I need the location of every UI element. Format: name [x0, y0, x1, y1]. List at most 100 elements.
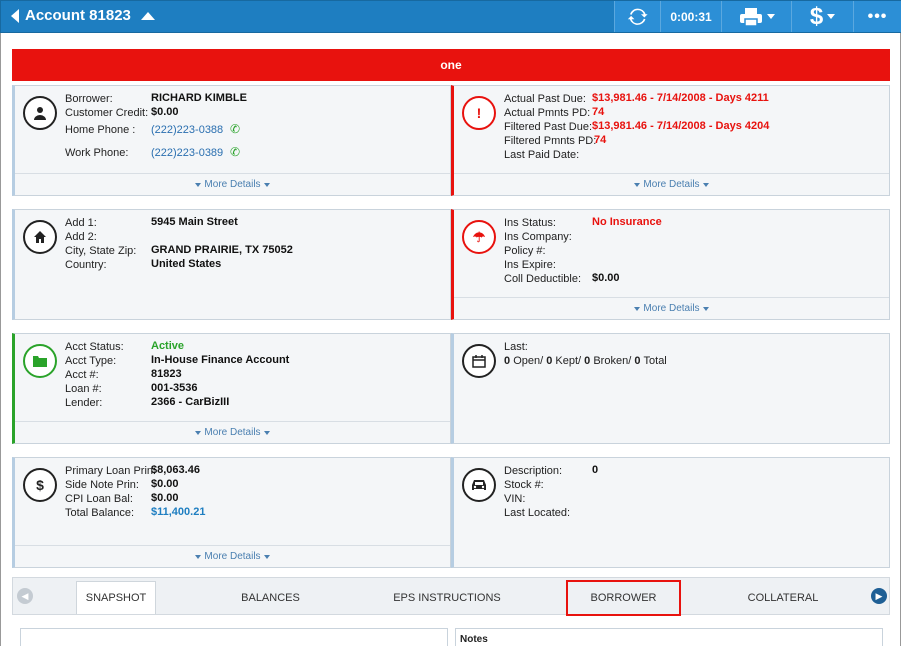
ins-expire-label: Ins Expire:	[504, 259, 556, 271]
snapshot-left-panel	[20, 628, 448, 646]
address-card: Add 1: Add 2: City, State Zip: Country: …	[12, 209, 451, 320]
broken-label: Broken/	[593, 355, 632, 367]
chevron-down-icon	[263, 554, 270, 559]
vehicle-card: Description: Stock #: VIN: Last Located:…	[451, 457, 890, 568]
tab-eps-instructions[interactable]: EPS INSTRUCTIONS	[383, 581, 511, 614]
borrower-name: RICHARD KIMBLE	[151, 92, 247, 104]
tab-snapshot[interactable]: SNAPSHOT	[76, 581, 156, 614]
work-phone-link[interactable]: (222)223-0389	[151, 147, 223, 159]
notes-panel: Notes	[455, 628, 883, 646]
folder-icon	[23, 344, 57, 378]
acct-status-label: Acct Status:	[65, 341, 124, 353]
refresh-icon	[627, 8, 648, 25]
filtered-pmnts-label: Filtered Pmnts PD:	[504, 135, 597, 147]
print-caret-icon	[766, 14, 775, 19]
side-note-label: Side Note Prin:	[65, 479, 139, 491]
balance-card: $ Primary Loan Prin: Side Note Prin: CPI…	[12, 457, 451, 568]
exclamation-icon: !	[462, 96, 496, 130]
borrower-more-details[interactable]: More Details	[15, 173, 450, 195]
payment-button[interactable]: $	[791, 1, 853, 32]
lender-label: Lender:	[65, 397, 103, 409]
last-located-label: Last Located:	[504, 507, 571, 519]
chevron-down-icon	[263, 182, 270, 187]
actual-past-due-label: Actual Past Due:	[504, 93, 586, 105]
side-note-prin: $0.00	[151, 478, 179, 490]
address-line-1: 5945 Main Street	[151, 216, 238, 228]
kept-label: Kept/	[555, 355, 582, 367]
filtered-pmnts: 74	[594, 134, 607, 146]
dollar-icon: $	[809, 2, 824, 30]
insurance-card: ☂ Ins Status: Ins Company: Policy #: Ins…	[451, 209, 890, 320]
more-details-label: More Details	[643, 179, 700, 190]
kept-count: 0	[546, 355, 553, 367]
tab-borrower[interactable]: BORROWER	[566, 580, 681, 616]
payment-caret-icon	[827, 14, 836, 19]
home-phone-icon[interactable]: ✆	[230, 122, 240, 136]
insurance-more-details[interactable]: More Details	[454, 297, 889, 319]
last-label: Last:	[504, 341, 528, 353]
last-paid-label: Last Paid Date:	[504, 149, 580, 161]
total-balance: $11,400.21	[151, 506, 206, 518]
total-label: Total	[643, 355, 667, 367]
ins-status: No Insurance	[592, 216, 662, 228]
actual-past-due: $13,981.46 - 7/14/2008 - Days 4211	[592, 92, 769, 104]
open-count: 0	[504, 355, 511, 367]
home-phone-link[interactable]: (222)223-0388	[151, 124, 223, 136]
person-icon	[23, 96, 57, 130]
past-due-more-details[interactable]: More Details	[454, 173, 889, 195]
more-details-label: More Details	[204, 427, 261, 438]
account-card: Acct Status: Acct Type: Acct #: Loan #: …	[12, 333, 451, 444]
more-icon: •••	[867, 7, 888, 25]
primary-loan-label: Primary Loan Prin:	[65, 465, 157, 477]
coll-deductible-label: Coll Deductible:	[504, 273, 582, 285]
work-phone-icon[interactable]: ✆	[230, 145, 240, 159]
ins-status-label: Ins Status:	[504, 217, 556, 229]
account-more-details[interactable]: More Details	[15, 421, 450, 443]
vehicle-description: 0	[592, 464, 599, 476]
tabs-scroll-right-icon[interactable]: ▶	[871, 588, 887, 604]
chevron-down-icon	[702, 182, 709, 187]
customer-credit: $0.00	[151, 106, 179, 118]
primary-loan-prin: $8,063.46	[151, 464, 200, 476]
tab-balances[interactable]: BALANCES	[223, 581, 318, 614]
ins-company-label: Ins Company:	[504, 231, 572, 243]
more-details-label: More Details	[643, 303, 700, 314]
vin-label: VIN:	[504, 493, 526, 505]
loan-number-label: Loan #:	[65, 383, 102, 395]
filtered-past-due: $13,981.46 - 7/14/2008 - Days 4204	[592, 120, 770, 132]
work-phone-label: Work Phone:	[65, 147, 129, 159]
refresh-button[interactable]	[614, 1, 660, 32]
notes-title: Notes	[460, 634, 488, 645]
policy-label: Policy #:	[504, 245, 546, 257]
filtered-past-due-label: Filtered Past Due:	[504, 121, 593, 133]
more-details-label: More Details	[204, 179, 261, 190]
back-button[interactable]: Account 81823	[11, 7, 155, 24]
coll-deductible: $0.00	[592, 272, 620, 284]
print-button[interactable]	[721, 1, 791, 32]
lender: 2366 - CarBizIII	[151, 396, 230, 408]
car-icon	[462, 468, 496, 502]
chevron-down-icon	[702, 306, 709, 311]
promise-summary: 0 Open/ 0 Kept/ 0 Broken/ 0 Total	[504, 354, 667, 368]
chevron-down-icon	[195, 430, 202, 435]
country-label: Country:	[65, 259, 107, 271]
session-timer: 0:00:31	[660, 1, 721, 32]
collapse-caret-icon[interactable]	[140, 11, 155, 20]
city-state-zip: GRAND PRAIRIE, TX 75052	[151, 244, 293, 256]
dollar-circle-icon: $	[23, 468, 57, 502]
promise-card: Last: 0 Open/ 0 Kept/ 0 Broken/ 0 Total	[451, 333, 890, 444]
tab-collateral[interactable]: COLLATERAL	[733, 581, 833, 614]
stock-label: Stock #:	[504, 479, 544, 491]
tabs-scroll-left-icon[interactable]: ◀	[17, 588, 33, 604]
chevron-down-icon	[263, 430, 270, 435]
borrower-label: Borrower:	[65, 93, 113, 105]
umbrella-icon: ☂	[462, 220, 496, 254]
more-menu-button[interactable]: •••	[853, 1, 901, 32]
cpi-loan-bal: $0.00	[151, 492, 179, 504]
loan-number: 001-3536	[151, 382, 198, 394]
balance-more-details[interactable]: More Details	[15, 545, 450, 567]
top-bar: Account 81823 0:00:31 $ •••	[0, 0, 901, 33]
acct-number-label: Acct #:	[65, 369, 99, 381]
past-due-card: ! Actual Past Due: Actual Pmnts PD: Filt…	[451, 85, 890, 196]
alert-banner: one	[12, 49, 890, 81]
